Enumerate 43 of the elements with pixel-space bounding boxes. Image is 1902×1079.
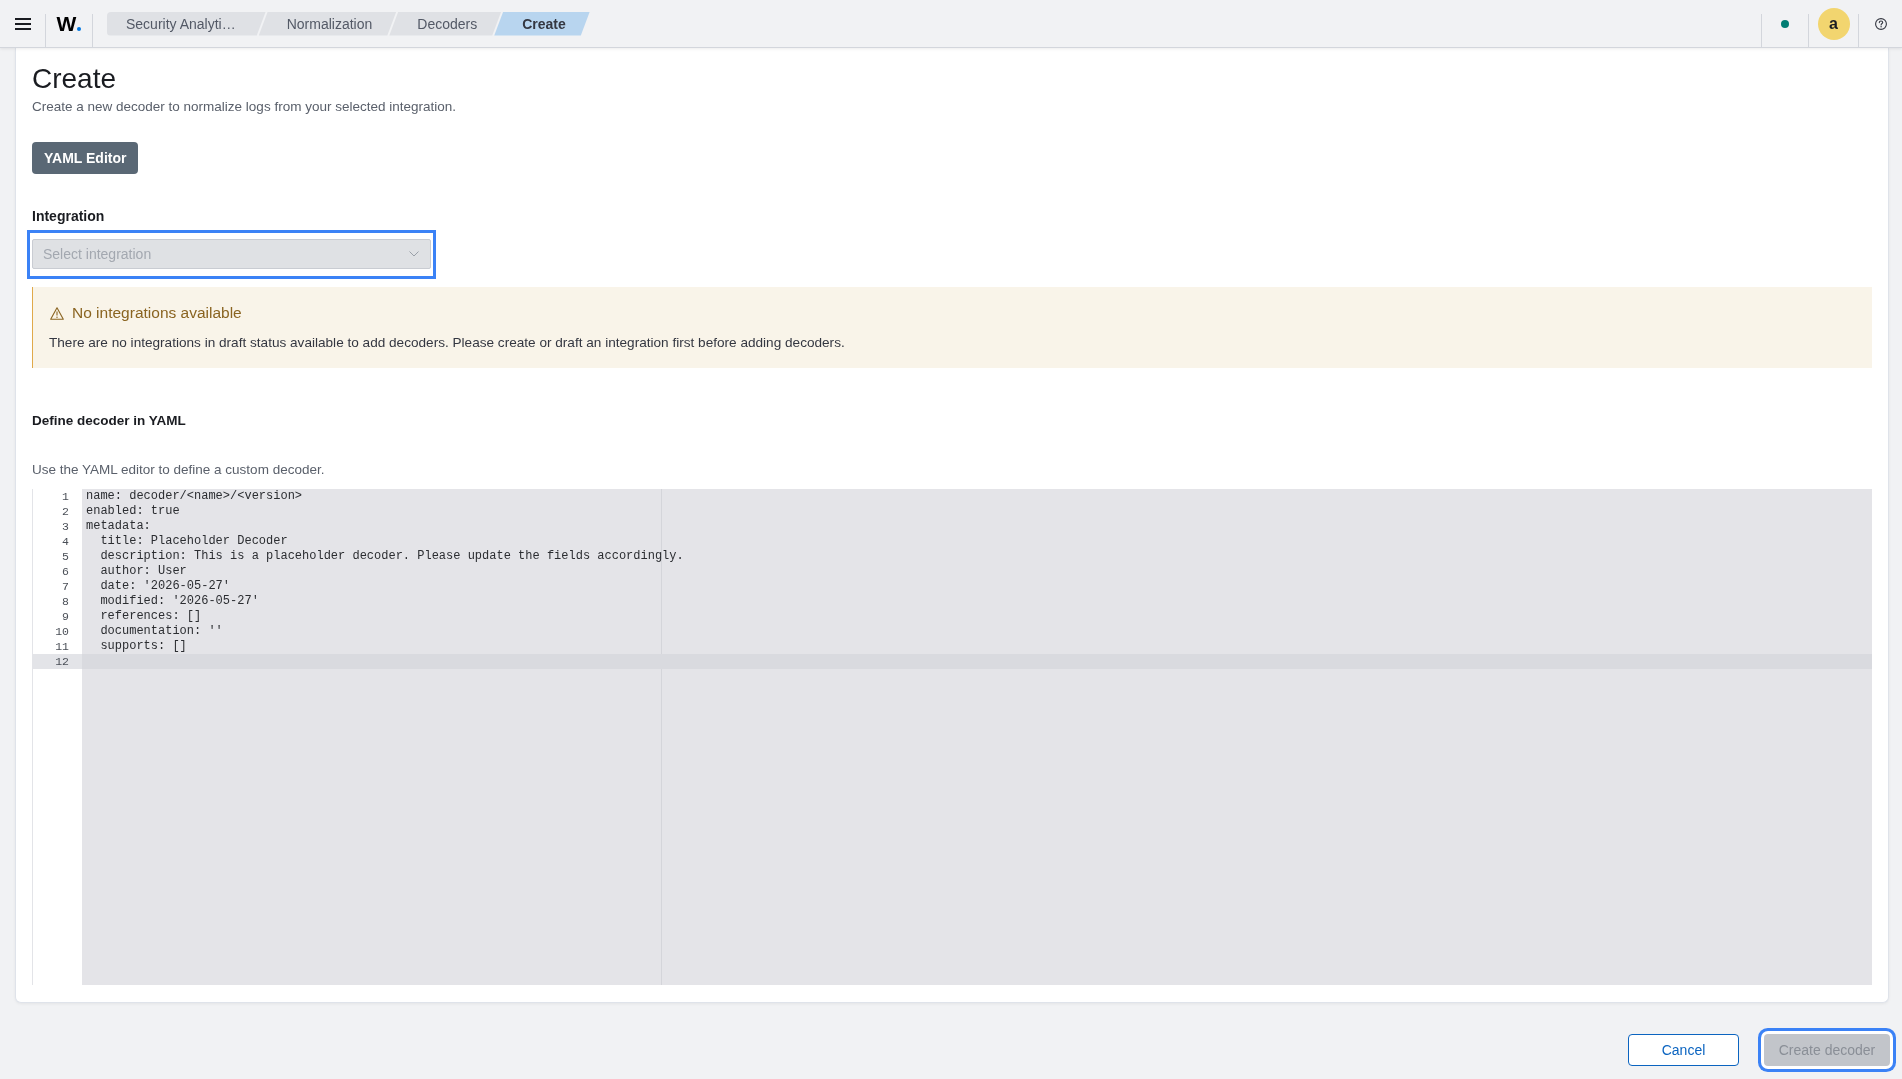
- code-line: name: decoder/<name>/<version>: [85, 489, 304, 504]
- code-line: description: This is a placeholder decoder. Please update the fields accordingly.: [99, 549, 685, 564]
- page-title: Create: [32, 62, 118, 96]
- line-number: 2: [61, 504, 70, 519]
- code-line: enabled: true: [85, 504, 181, 519]
- code-line: documentation: '': [99, 624, 224, 639]
- line-number: 12: [33, 654, 82, 669]
- section-heading: Define decoder in YAML: [32, 412, 187, 430]
- code-line: author: User: [99, 564, 188, 579]
- code-line: title: Placeholder Decoder: [99, 534, 289, 549]
- code-line: date: '2026-05-27': [99, 579, 232, 594]
- cancel-button[interactable]: Cancel: [1628, 1034, 1739, 1066]
- section-description: Use the YAML editor to define a custom decoder.: [32, 461, 326, 479]
- user-avatar[interactable]: a: [1817, 7, 1850, 40]
- help-icon[interactable]: [1874, 17, 1887, 30]
- code-line: modified: '2026-05-27': [99, 594, 260, 609]
- line-number: 6: [61, 564, 70, 579]
- breadcrumb[interactable]: Normalization: [258, 11, 397, 36]
- code-line: references: []: [99, 609, 203, 624]
- callout-text: There are no integrations in draft status available to add decoders. Please create or draft an integration first before adding decoders.: [49, 334, 846, 352]
- line-number: 8: [61, 594, 70, 609]
- code-line: supports: []: [99, 639, 188, 654]
- line-number: 10: [54, 624, 70, 639]
- menu-icon[interactable]: [14, 17, 31, 30]
- line-number: 7: [61, 579, 70, 594]
- line-number: 5: [61, 549, 70, 564]
- warning-icon: [50, 306, 64, 320]
- logo[interactable]: W: [56, 12, 82, 35]
- callout-title: No integrations available: [72, 303, 242, 323]
- breadcrumb[interactable]: Create: [494, 11, 590, 36]
- breadcrumb[interactable]: Decoders: [389, 11, 502, 36]
- yaml-editor-button[interactable]: YAML Editor: [32, 142, 139, 174]
- line-number: 4: [61, 534, 70, 549]
- line-number: 9: [61, 609, 70, 624]
- status-dot-icon: [1781, 19, 1789, 28]
- chevron-down-icon: [409, 251, 419, 257]
- line-number: 11: [54, 639, 70, 654]
- page-subtitle: Create a new decoder to normalize logs from your selected integration.: [32, 98, 457, 116]
- code-line: metadata:: [85, 519, 152, 534]
- field-label: Integration: [32, 207, 106, 225]
- breadcrumb[interactable]: Security Analyti…: [107, 11, 266, 36]
- line-number: 3: [61, 519, 70, 534]
- line-number: 1: [61, 489, 70, 504]
